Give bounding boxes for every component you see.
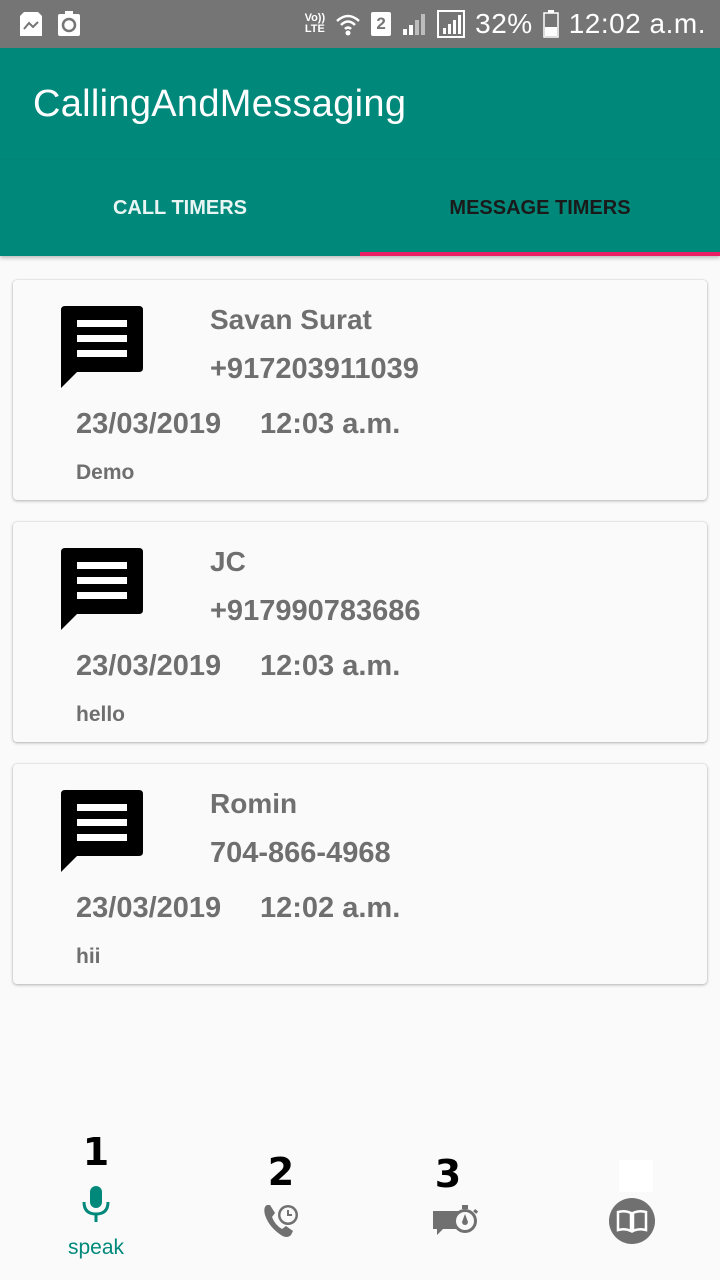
contact-name: JC (210, 546, 246, 577)
message-card[interactable]: JC +917990783686 23/03/2019 12:03 a.m. h… (13, 522, 707, 742)
contact-number: +917203911039 (210, 353, 419, 385)
wifi-icon (335, 11, 361, 37)
app-bar: CallingAndMessaging (0, 48, 720, 160)
bottom-navigation: 1 speak 2 3 (0, 1130, 720, 1280)
nav-item-speak[interactable]: 1 speak (26, 1130, 166, 1280)
battery-percent: 32% (475, 8, 533, 39)
tab-call-timers-label: CALL TIMERS (112, 196, 248, 219)
battery-icon (542, 10, 559, 38)
tab-bar: CALL TIMERS MESSAGE TIMERS (0, 160, 720, 256)
microphone-icon (76, 1182, 116, 1226)
nav-item-guide[interactable] (560, 1130, 700, 1280)
message-time: 12:03 a.m. (260, 650, 401, 682)
book-icon (608, 1197, 656, 1245)
status-time: 12:02 a.m. (568, 8, 706, 39)
tab-call-timers[interactable]: CALL TIMERS (0, 160, 360, 256)
status-left-icons (16, 9, 82, 39)
message-icon (61, 306, 143, 388)
nav-label-speak: speak (67, 1236, 125, 1259)
message-body: Demo (76, 461, 135, 484)
lte-label: LTE (304, 23, 325, 35)
message-date: 23/03/2019 (76, 892, 222, 924)
nav-item-call-timer[interactable]: 2 (211, 1130, 351, 1280)
nav-badge-2: 2 (267, 1150, 295, 1194)
phone-clock-icon (259, 1200, 303, 1240)
message-card[interactable]: Savan Surat +917203911039 23/03/2019 12:… (13, 280, 707, 500)
status-bar: Vo)) LTE 2 32% 12:02 a.m. (0, 0, 720, 48)
contact-name: Romin (210, 788, 298, 819)
message-time: 12:02 a.m. (260, 892, 401, 924)
tab-selected-indicator (360, 252, 720, 256)
tab-message-timers[interactable]: MESSAGE TIMERS (360, 160, 720, 256)
app-title: CallingAndMessaging (33, 82, 407, 125)
volte-indicator: Vo)) LTE (305, 13, 326, 35)
nav-badge-3: 3 (434, 1152, 462, 1196)
message-icon (61, 548, 143, 630)
status-right-icons: Vo)) LTE 2 32% 12:02 a.m. (305, 8, 706, 40)
sd-card-icon (16, 9, 46, 39)
message-date: 23/03/2019 (76, 650, 222, 682)
message-timer-icon (430, 1200, 482, 1240)
signal-weak-icon (401, 11, 427, 37)
contact-name: Savan Surat (210, 304, 372, 335)
message-body: hii (76, 945, 101, 968)
contact-number: +917990783686 (210, 595, 421, 627)
message-card[interactable]: Romin 704-866-4968 23/03/2019 12:02 a.m.… (13, 764, 707, 984)
blank-badge (619, 1160, 653, 1192)
message-body: hello (76, 703, 126, 726)
signal-full-icon (437, 10, 466, 38)
tab-message-timers-label: MESSAGE TIMERS (449, 196, 631, 219)
sim-slot-badge: 2 (371, 12, 392, 36)
message-time: 12:03 a.m. (260, 408, 401, 440)
nav-badge-1: 1 (82, 1130, 110, 1174)
message-icon (61, 790, 143, 872)
recycle-icon (56, 10, 82, 38)
message-date: 23/03/2019 (76, 408, 222, 440)
nav-item-message-timer[interactable]: 3 (384, 1130, 524, 1280)
contact-number: 704-866-4968 (210, 837, 391, 869)
